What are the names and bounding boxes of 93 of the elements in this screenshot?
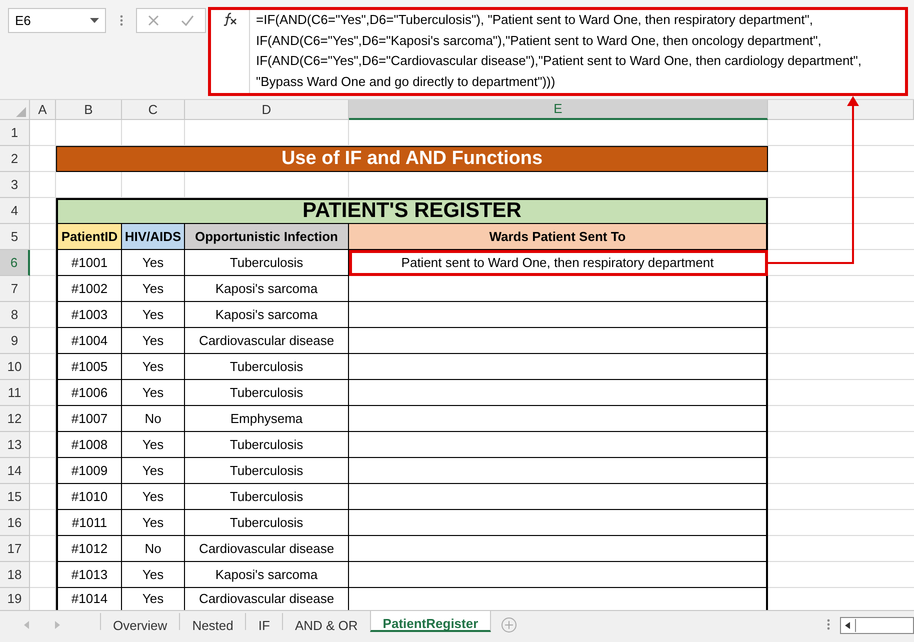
row-header[interactable]: 1 [0, 120, 30, 146]
formula-text: =IF(AND(C6="Yes",D6="Tuberculosis"), "Patient sent to Ward One, then respiratory department", [256, 11, 814, 29]
table-cell: #1002 [56, 276, 122, 302]
table-cell: #1010 [56, 484, 122, 510]
row-header[interactable]: 3 [0, 172, 30, 198]
row-header[interactable]: 6 [0, 250, 30, 276]
table-cell: #1008 [56, 432, 122, 458]
table-cell: Yes [122, 250, 185, 276]
column-heading: HIV/AIDS [122, 224, 185, 250]
sheet-title: Use of IF and AND Functions [56, 146, 768, 172]
scroll-right-icon[interactable] [55, 621, 60, 630]
column-header[interactable] [768, 100, 914, 120]
column-header[interactable]: A [30, 100, 56, 120]
table-cell: Yes [122, 458, 185, 484]
row-header[interactable]: 4 [0, 198, 30, 224]
column-heading: Wards Patient Sent To [349, 224, 768, 250]
horizontal-scrollbar[interactable] [840, 617, 914, 634]
table-cell: Tuberculosis [185, 458, 349, 484]
table-cell: #1004 [56, 328, 122, 354]
formula-text: "Bypass Ward One and go directly to department"))) [256, 72, 556, 91]
table-cell: Yes [122, 562, 185, 588]
select-all-corner[interactable] [0, 100, 30, 120]
table-cell: Cardiovascular disease [185, 536, 349, 562]
row-header[interactable]: 10 [0, 354, 30, 380]
row-header[interactable]: 5 [0, 224, 30, 250]
drag-handle-icon[interactable] [827, 619, 830, 630]
table-cell: #1007 [56, 406, 122, 432]
row-header[interactable]: 12 [0, 406, 30, 432]
column-heading: PatientID [56, 224, 122, 250]
row-header[interactable]: 16 [0, 510, 30, 536]
table-cell: #1011 [56, 510, 122, 536]
table-cell: #1012 [56, 536, 122, 562]
checkmark-icon[interactable] [181, 15, 194, 26]
table-cell: No [122, 536, 185, 562]
table-cell: #1013 [56, 562, 122, 588]
scrollbar-thumb[interactable] [855, 619, 858, 632]
row-header[interactable]: 2 [0, 146, 30, 172]
table-cell: #1001 [56, 250, 122, 276]
row-header[interactable]: 9 [0, 328, 30, 354]
row-header[interactable]: 7 [0, 276, 30, 302]
table-cell: Cardiovascular disease [185, 328, 349, 354]
row-header[interactable]: 19 [0, 588, 30, 610]
row-header[interactable]: 8 [0, 302, 30, 328]
table-cell: #1009 [56, 458, 122, 484]
sheet-tab[interactable]: IF [245, 613, 282, 630]
cell-reference: E6 [15, 13, 31, 28]
table-cell: Tuberculosis [185, 432, 349, 458]
sheet-tab[interactable]: Overview [100, 613, 180, 630]
name-box[interactable]: E6 [8, 8, 106, 33]
table-cell: #1006 [56, 380, 122, 406]
row-header[interactable]: 18 [0, 562, 30, 588]
corner-triangle-icon [16, 107, 26, 118]
sheet-tab[interactable]: Nested [179, 613, 246, 630]
table-cell: No [122, 406, 185, 432]
table-cell: Yes [122, 484, 185, 510]
function-icon[interactable] [222, 12, 238, 26]
column-header[interactable]: D [185, 100, 349, 120]
table-cell: #1003 [56, 302, 122, 328]
column-header[interactable]: E [349, 100, 768, 120]
table-cell: Yes [122, 354, 185, 380]
table-title: PATIENT'S REGISTER [56, 198, 768, 224]
table-cell: Yes [122, 328, 185, 354]
table-cell: Kaposi's sarcoma [185, 302, 349, 328]
table-cell: Patient sent to Ward One, then respiratory department [349, 250, 768, 276]
row-header[interactable]: 17 [0, 536, 30, 562]
table-cell: Yes [122, 276, 185, 302]
add-sheet-icon[interactable] [501, 617, 518, 634]
table-cell: Yes [122, 510, 185, 536]
table-cell: Tuberculosis [185, 250, 349, 276]
column-header[interactable]: C [122, 100, 185, 120]
row-header[interactable]: 14 [0, 458, 30, 484]
table-cell: Yes [122, 302, 185, 328]
column-header[interactable]: B [56, 100, 122, 120]
table-cell: Tuberculosis [185, 354, 349, 380]
formula-text: IF(AND(C6="Yes",D6="Cardiovascular disease"),"Patient sent to Ward One, then cardiology department", [256, 52, 863, 70]
table-cell: Tuberculosis [185, 380, 349, 406]
table-cell: Tuberculosis [185, 484, 349, 510]
row-header[interactable]: 13 [0, 432, 30, 458]
row-header[interactable]: 11 [0, 380, 30, 406]
column-heading: Opportunistic Infection [185, 224, 349, 250]
dropdown-caret-icon[interactable] [90, 18, 99, 23]
row-header[interactable]: 15 [0, 484, 30, 510]
sheet-tab[interactable]: PatientRegister [370, 611, 492, 632]
table-cell: Emphysema [185, 406, 349, 432]
table-cell: Yes [122, 432, 185, 458]
table-cell: Tuberculosis [185, 510, 349, 536]
table-cell: #1005 [56, 354, 122, 380]
cancel-icon[interactable] [148, 15, 159, 26]
formula-text: IF(AND(C6="Yes",D6="Kaposi's sarcoma"),"Patient sent to Ward One, then oncology department", [256, 32, 822, 50]
table-cell: Kaposi's sarcoma [185, 562, 349, 588]
table-cell: Yes [122, 380, 185, 406]
drag-handle-icon[interactable] [120, 15, 122, 26]
table-cell: Kaposi's sarcoma [185, 276, 349, 302]
